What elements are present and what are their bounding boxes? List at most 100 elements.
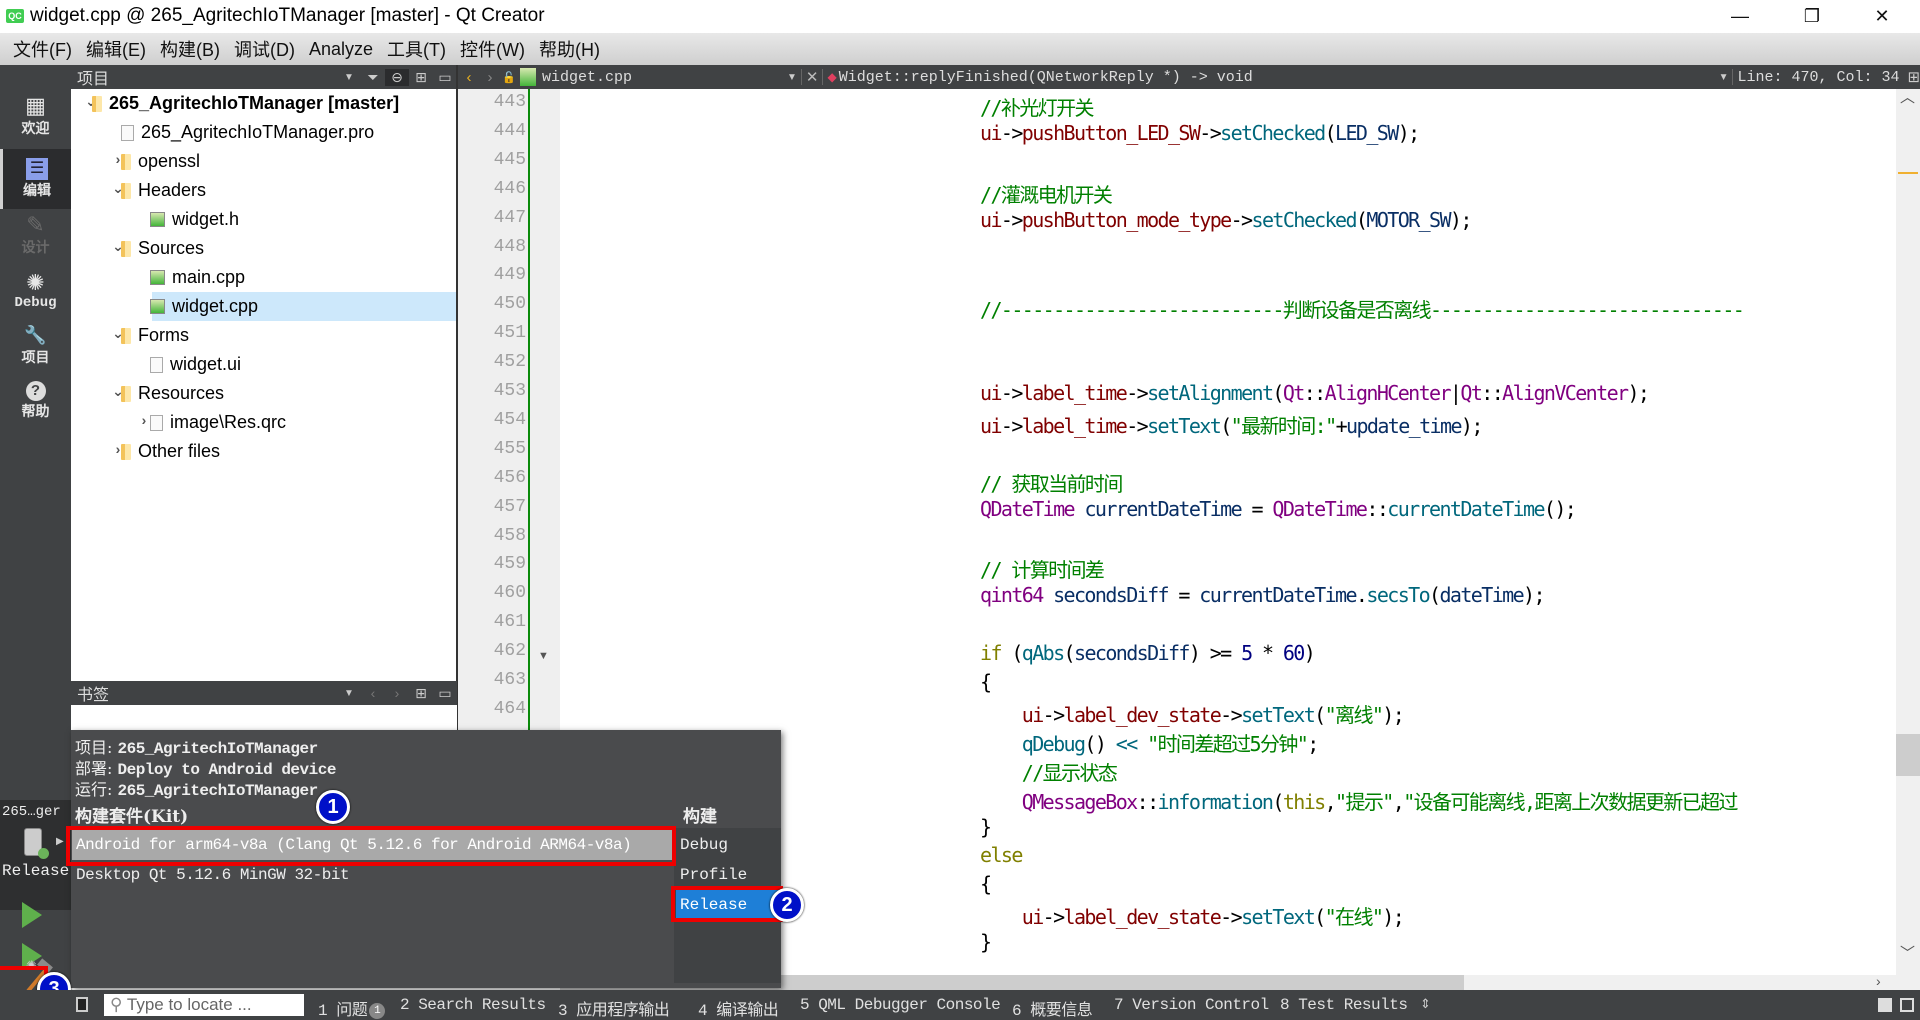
mode-projects[interactable]: 🔧 项目 — [0, 317, 71, 373]
build-item-debug[interactable]: Debug — [676, 830, 779, 860]
annotation-badge-2: 2 — [770, 888, 804, 922]
scroll-right-icon[interactable]: › — [1876, 973, 1881, 989]
line-number: 445 — [493, 149, 526, 170]
link-icon[interactable]: ⊖ — [385, 68, 409, 86]
function-dropdown-icon[interactable]: ▼ — [1719, 72, 1729, 83]
code-line: { — [980, 670, 992, 694]
project-pane-header: 项目 ▼ ⏷ ⊖ ⊞ ▭ — [71, 65, 457, 89]
menu-file[interactable]: 文件(F) — [6, 36, 79, 62]
menu-tools[interactable]: 工具(T) — [380, 36, 453, 62]
bookmarks-pane-title: 书签 — [77, 687, 110, 704]
fold-marker-icon[interactable]: ▼ — [538, 650, 549, 662]
close-pane-icon[interactable]: ▭ — [433, 685, 457, 702]
search-icon: ⚲ — [110, 995, 123, 1014]
qt-folder-icon — [121, 153, 131, 170]
locator-input[interactable]: ⚲ Type to locate ... — [104, 994, 304, 1016]
forward-icon[interactable]: › — [480, 69, 500, 86]
menu-analyze[interactable]: Analyze — [302, 39, 380, 60]
menu-debug[interactable]: 调试(D) — [227, 36, 302, 62]
kit-target-selector[interactable]: 265…ger ▶ Release — [0, 800, 71, 910]
line-number: 451 — [493, 323, 526, 344]
expand-arrow-icon: ▶ — [56, 836, 64, 847]
mode-label: 欢迎 — [21, 120, 50, 136]
split-icon[interactable]: ⊞ — [409, 685, 433, 702]
split-icon[interactable]: ⊞ — [409, 69, 433, 86]
tree-item-label: Other files — [138, 441, 221, 461]
toggle-sidebar-icon[interactable] — [76, 997, 88, 1012]
tree-item[interactable]: widget.ui — [150, 350, 241, 379]
scroll-down-icon[interactable]: ﹀ — [1900, 942, 1915, 963]
mode-design: ✎ 设计 — [0, 207, 71, 263]
code-line: { — [980, 872, 992, 897]
output-tab-application-output[interactable]: 3 应用程序输出 — [558, 996, 670, 1020]
vertical-scroll-thumb[interactable] — [1896, 734, 1920, 776]
tree-item[interactable]: openssl — [121, 147, 200, 176]
code-line: // 获取当前时间 — [980, 471, 1123, 496]
tree-item[interactable]: widget.cpp — [150, 292, 258, 321]
tree-item[interactable]: 265_AgritechIoTManager [master] — [92, 89, 399, 118]
menu-build[interactable]: 构建(B) — [153, 36, 227, 62]
next-icon[interactable]: › — [385, 685, 409, 701]
window-title: widget.cpp @ 265_AgritechIoTManager [mas… — [30, 5, 545, 26]
tree-item[interactable]: Sources — [121, 234, 204, 263]
tree-item[interactable]: image\Res.qrc — [150, 408, 286, 437]
output-tab-general-messages[interactable]: 6 概要信息 — [1012, 996, 1093, 1020]
maximize-button[interactable]: ❐ — [1782, 0, 1842, 33]
tree-item[interactable]: main.cpp — [150, 263, 245, 292]
mode-welcome[interactable]: ▦ 欢迎 — [0, 88, 71, 144]
line-number: 450 — [493, 294, 526, 315]
output-pane-toggle-icon[interactable] — [1900, 998, 1914, 1012]
tree-item-label: Resources — [138, 383, 225, 403]
tree-item-label: openssl — [138, 151, 201, 171]
code-line: QDateTime currentDateTime = QDateTime::c… — [980, 496, 1577, 521]
tree-item-label: widget.ui — [170, 354, 242, 374]
mode-edit[interactable]: ☰ 编辑 — [0, 149, 71, 209]
output-tab-search-results[interactable]: 2 Search Results — [400, 996, 546, 1014]
output-tab-version-control[interactable]: 7 Version Control — [1114, 996, 1269, 1014]
output-tab-qml-debugger[interactable]: 5 QML Debugger Console — [800, 996, 1001, 1014]
lock-icon[interactable]: 🔓 — [500, 71, 518, 84]
qrc-file-icon — [150, 414, 163, 431]
code-line: ui->label_dev_state->setText("离线"); — [1021, 702, 1405, 727]
pane-dropdown-icon[interactable]: ▼ — [337, 688, 361, 699]
tree-item[interactable]: widget.h — [150, 205, 239, 234]
code-line: } — [980, 814, 992, 839]
document-selector[interactable]: widget.cpp — [542, 69, 787, 86]
output-tab-test-results[interactable]: 8 Test Results — [1280, 996, 1408, 1014]
menu-widgets[interactable]: 控件(W) — [453, 36, 532, 62]
run-button[interactable] — [22, 902, 42, 928]
split-editor-icon[interactable]: ⊞ — [1907, 68, 1920, 86]
pane-dropdown-icon[interactable]: ▼ — [337, 72, 361, 83]
source-file-icon — [150, 212, 165, 227]
vertical-scrollbar[interactable] — [1896, 89, 1920, 975]
close-button[interactable]: ✕ — [1852, 0, 1912, 33]
code-line: if (qAbs(secondsDiff) >= 5 * 60) — [980, 641, 1316, 666]
mode-help[interactable]: ? 帮助 — [0, 373, 71, 429]
mode-label: 项目 — [21, 349, 50, 365]
mode-debug[interactable]: ✺ Debug — [0, 263, 71, 319]
tree-item[interactable]: Resources — [121, 379, 224, 408]
close-pane-icon[interactable]: ▭ — [433, 69, 457, 86]
prev-icon[interactable]: ‹ — [361, 685, 385, 701]
tree-item[interactable]: 265_AgritechIoTManager.pro — [121, 118, 374, 147]
back-icon[interactable]: ‹ — [458, 69, 480, 86]
filter-icon[interactable]: ⏷ — [361, 69, 385, 86]
menu-edit[interactable]: 编辑(E) — [79, 36, 153, 62]
minimize-button[interactable]: — — [1710, 0, 1770, 33]
tree-item[interactable]: Headers — [121, 176, 206, 205]
progress-toggle-icon[interactable] — [1878, 998, 1892, 1012]
document-dropdown-icon[interactable]: ▼ — [787, 72, 797, 83]
other-folder-icon — [121, 443, 131, 460]
tree-item[interactable]: Forms — [121, 321, 189, 350]
annotation-box-kit — [66, 826, 676, 866]
more-tabs-icon[interactable]: ⇕ — [1420, 996, 1431, 1012]
close-document-icon[interactable]: ✕ — [806, 68, 819, 86]
function-selector[interactable]: Widget::replyFinished(QNetworkReply *) -… — [839, 69, 1719, 86]
output-tab-compile-output[interactable]: 4 编译输出 — [698, 996, 779, 1020]
tree-item[interactable]: Other files — [121, 437, 220, 466]
menu-help[interactable]: 帮助(H) — [532, 36, 607, 62]
output-tab-issues[interactable]: 1 问题 1 — [318, 996, 386, 1020]
line-number: 461 — [493, 612, 526, 633]
scroll-up-icon[interactable]: ︿ — [1900, 86, 1915, 107]
cursor-position[interactable]: Line: 470, Col: 34 — [1737, 69, 1907, 86]
